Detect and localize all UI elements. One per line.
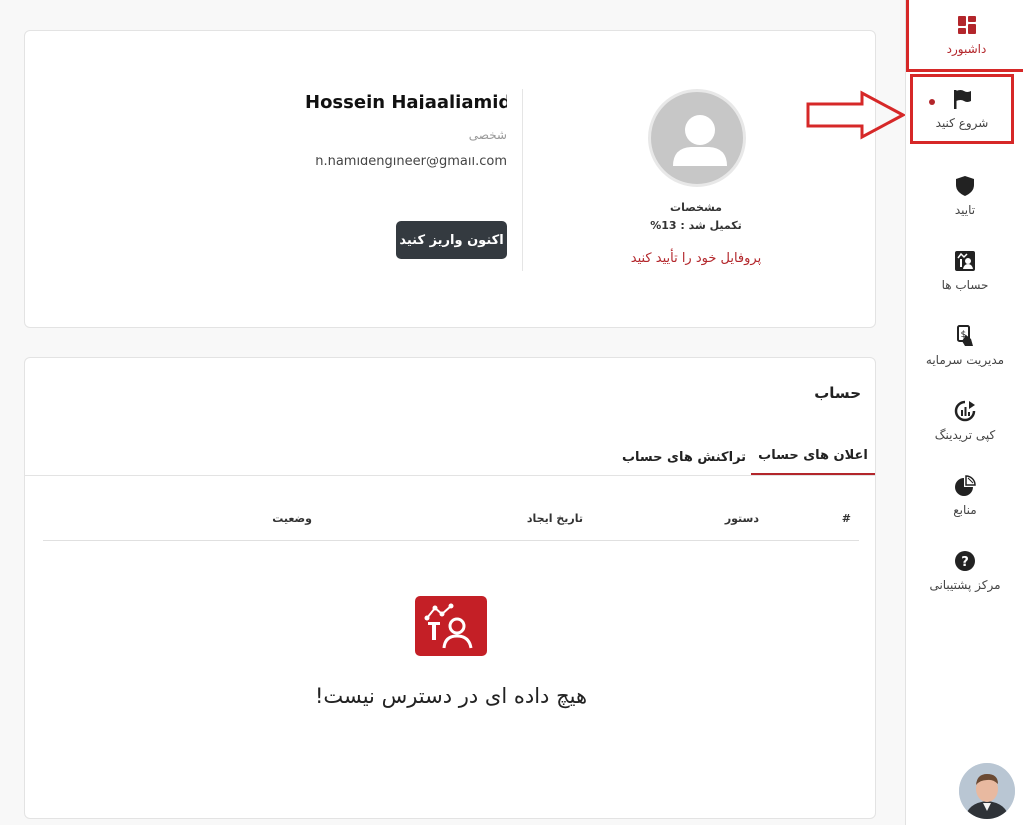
account-chart-icon [955,251,975,271]
table-header-divider [43,540,859,541]
account-type: شخصی [468,128,507,142]
sidebar-item-get-started[interactable]: شروع کنید [910,74,1014,144]
sidebar-item-copy-trading[interactable]: کپی تریدینگ [906,385,1023,457]
completion-label: تکمیل شد : 13% [650,219,742,232]
empty-state-message: هیچ داده ای در دسترس نیست! [314,684,588,708]
column-header-number: # [841,512,851,525]
sidebar-item-label: مدیریت سرمایه [925,353,1005,367]
sidebar-item-dashboard[interactable]: داشبورد [906,0,1023,72]
profile-meta: مشخصات تکمیل شد : 13% [585,201,807,232]
pie-chart-icon [955,475,976,496]
sidebar-item-label: منابع [953,503,977,517]
question-icon: ? [955,551,975,571]
vertical-divider [522,89,523,271]
svg-text:?: ? [961,555,969,570]
column-header-status: وضعیت [272,512,312,525]
money-hand-icon: $ [957,325,973,346]
notification-dot [929,99,935,105]
sidebar-item-support-center[interactable]: ? مرکز پشتیبانی [906,535,1023,607]
sidebar-item-label: حساب ها [941,278,989,292]
dashboard-icon [957,15,976,34]
page-root: مشخصات تکمیل شد : 13% پروفایل خود را تأی… [0,0,1023,825]
column-header-created-date: تاریخ ایجاد [526,512,583,525]
sidebar-item-fund-management[interactable]: $ مدیریت سرمایه [906,310,1023,382]
user-email: h.hamidengineer@gmail.com [315,157,507,169]
user-name: Hossein Hajaaliamid [305,92,507,109]
profile-card: مشخصات تکمیل شد : 13% پروفایل خود را تأی… [24,30,876,328]
sidebar-item-accounts[interactable]: حساب ها [906,235,1023,307]
sidebar-item-label: تایید [954,203,976,217]
flag-icon [954,90,971,109]
account-title: حساب [814,384,861,402]
deposit-now-button[interactable]: اکنون واریز کنید [396,221,507,259]
verify-profile-link[interactable]: پروفایل خود را تأیید کنید [585,251,807,266]
sidebar-item-label: مرکز پشتیبانی [929,578,1001,592]
sidebar-item-verification[interactable]: تایید [906,160,1023,232]
user-placeholder-icon [673,115,727,166]
column-header-command: دستور [724,512,759,525]
user-avatar-icon [959,763,1015,819]
details-label: مشخصات [670,201,722,214]
annotation-arrow-icon [806,90,906,140]
profile-avatar[interactable] [648,89,746,187]
sidebar-item-label: داشبورد [946,41,987,56]
sidebar-item-label: کپی تریدینگ [934,428,996,442]
sidebar-item-label: شروع کنید [935,116,989,130]
account-card: حساب اعلان های حساب تراکنش های حساب # دس… [24,357,876,819]
user-avatar[interactable] [959,763,1015,819]
tab-account-transactions[interactable]: تراکنش های حساب [619,438,749,476]
sidebar-item-resources[interactable]: منابع [906,460,1023,532]
no-data-icon [415,596,487,656]
sidebar: داشبورد شروع کنید تایید حساب ها $ مدیریت… [905,0,1023,825]
copy-trading-icon [954,400,976,422]
tabs-divider [25,475,875,476]
tab-account-notices[interactable]: اعلان های حساب [751,438,875,476]
shield-icon [956,176,974,196]
